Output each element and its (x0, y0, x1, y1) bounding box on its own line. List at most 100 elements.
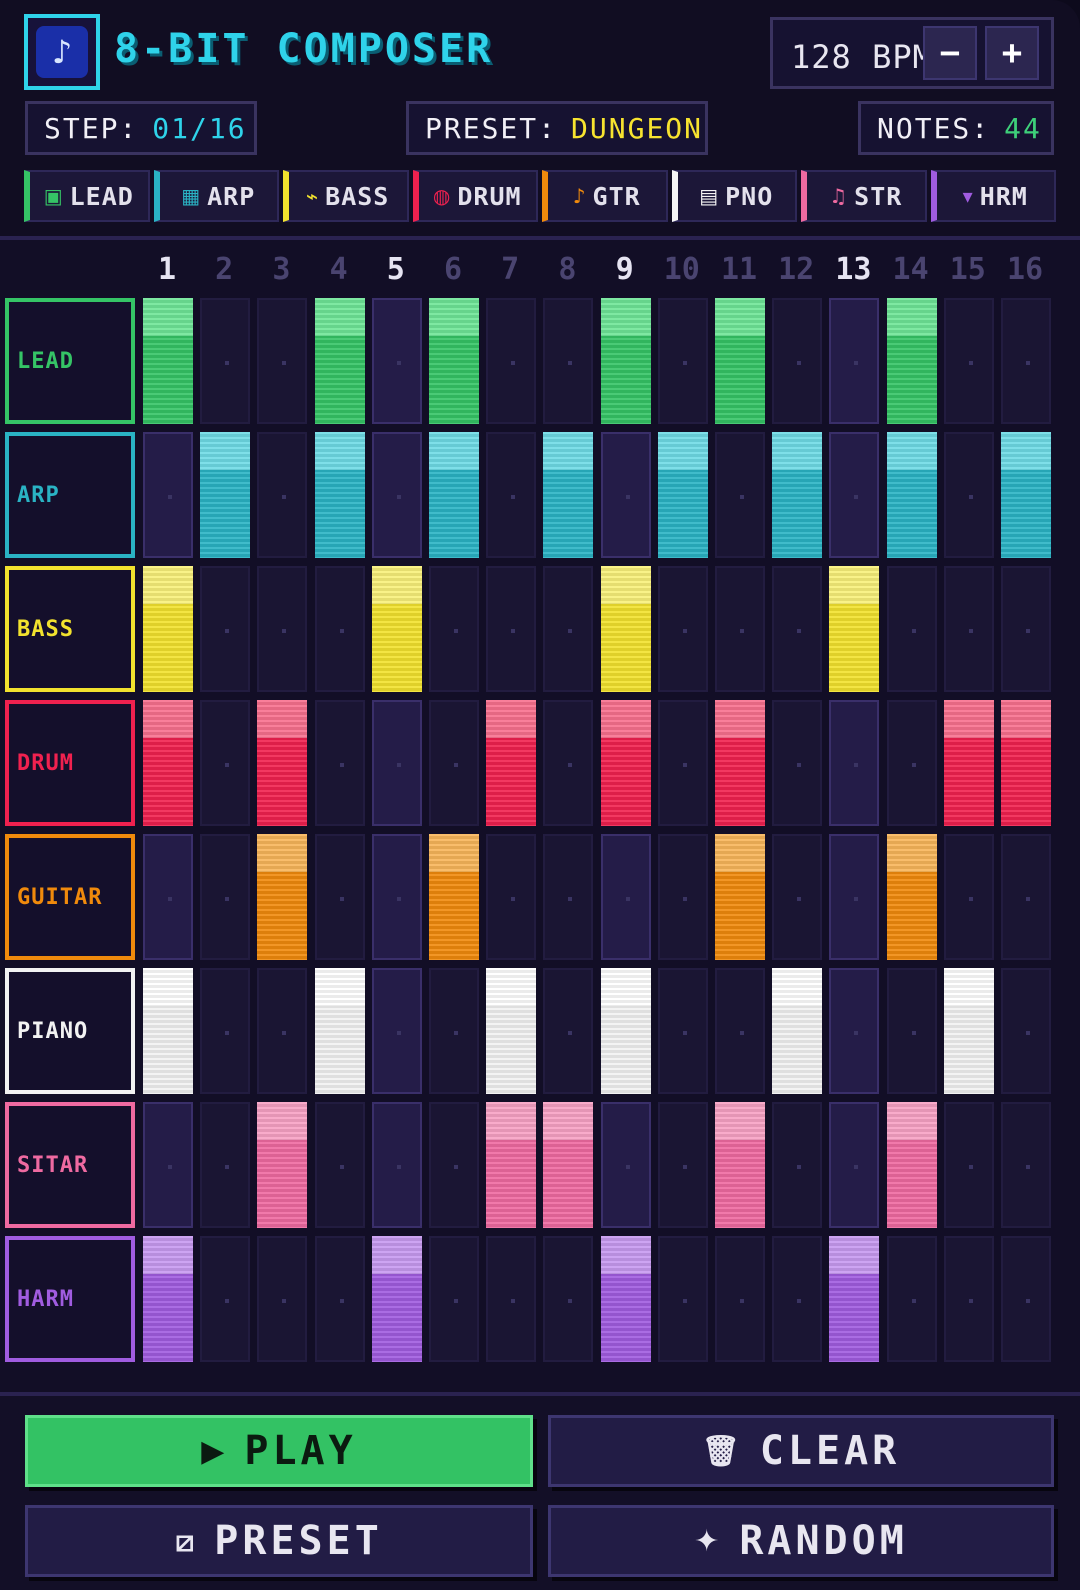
step-cell[interactable] (829, 566, 880, 692)
step-cell[interactable] (943, 1102, 994, 1228)
step-cell[interactable] (486, 298, 537, 424)
step-cell[interactable] (314, 1102, 365, 1228)
step-cell[interactable] (1001, 1236, 1051, 1362)
step-cell[interactable] (715, 432, 765, 558)
step-cell[interactable] (886, 1102, 937, 1228)
step-cell[interactable] (143, 834, 193, 960)
step-cell[interactable] (200, 1236, 251, 1362)
step-cell[interactable] (429, 1102, 479, 1228)
track-label-sitar[interactable]: SITAR (5, 1102, 135, 1228)
step-cell[interactable] (429, 700, 479, 826)
step-cell[interactable] (429, 834, 479, 960)
preset-button[interactable]: ⧄ PRESET (25, 1505, 533, 1577)
step-cell[interactable] (829, 968, 880, 1094)
step-cell[interactable] (1001, 1102, 1051, 1228)
step-cell[interactable] (600, 968, 651, 1094)
step-cell[interactable] (200, 298, 251, 424)
step-cell[interactable] (429, 432, 479, 558)
step-cell[interactable] (257, 566, 308, 692)
step-cell[interactable] (486, 968, 537, 1094)
step-cell[interactable] (143, 1236, 193, 1362)
step-cell[interactable] (200, 700, 251, 826)
step-cell[interactable] (314, 700, 365, 826)
step-cell[interactable] (143, 298, 193, 424)
step-cell[interactable] (600, 1236, 651, 1362)
play-button[interactable]: ▶ PLAY (25, 1415, 533, 1487)
tab-hrm[interactable]: ▾ HRM (930, 170, 1056, 222)
step-cell[interactable] (772, 700, 823, 826)
step-cell[interactable] (429, 1236, 479, 1362)
step-cell[interactable] (715, 700, 765, 826)
step-cell[interactable] (886, 566, 937, 692)
step-cell[interactable] (1001, 834, 1051, 960)
step-cell[interactable] (715, 834, 765, 960)
step-cell[interactable] (600, 432, 651, 558)
step-cell[interactable] (772, 566, 823, 692)
step-cell[interactable] (943, 566, 994, 692)
step-cell[interactable] (429, 298, 479, 424)
step-cell[interactable] (1001, 566, 1051, 692)
step-cell[interactable] (943, 834, 994, 960)
clear-button[interactable]: 🗑 CLEAR (548, 1415, 1054, 1487)
step-cell[interactable] (772, 968, 823, 1094)
step-cell[interactable] (200, 968, 251, 1094)
step-cell[interactable] (257, 700, 308, 826)
step-cell[interactable] (772, 1236, 823, 1362)
step-cell[interactable] (486, 1102, 537, 1228)
step-cell[interactable] (371, 1236, 422, 1362)
track-label-guitar[interactable]: GUITAR (5, 834, 135, 960)
bpm-decrease-button[interactable]: − (923, 26, 977, 80)
step-cell[interactable] (886, 834, 937, 960)
step-cell[interactable] (1001, 298, 1051, 424)
step-cell[interactable] (715, 968, 765, 1094)
step-cell[interactable] (657, 700, 708, 826)
step-cell[interactable] (1001, 968, 1051, 1094)
step-cell[interactable] (371, 834, 422, 960)
step-cell[interactable] (657, 1236, 708, 1362)
tab-gtr[interactable]: ♪ GTR (542, 170, 668, 222)
tab-bass[interactable]: ⌁ BASS (283, 170, 409, 222)
step-cell[interactable] (143, 566, 193, 692)
step-cell[interactable] (829, 1102, 880, 1228)
bpm-increase-button[interactable]: + (985, 26, 1039, 80)
step-cell[interactable] (886, 968, 937, 1094)
step-cell[interactable] (715, 566, 765, 692)
step-cell[interactable] (314, 432, 365, 558)
step-cell[interactable] (657, 432, 708, 558)
step-cell[interactable] (543, 432, 594, 558)
tab-drum[interactable]: ◍ DRUM (412, 170, 538, 222)
step-cell[interactable] (943, 700, 994, 826)
step-cell[interactable] (886, 298, 937, 424)
track-label-arp[interactable]: ARP (5, 432, 135, 558)
step-cell[interactable] (715, 1102, 765, 1228)
step-cell[interactable] (657, 298, 708, 424)
step-cell[interactable] (772, 432, 823, 558)
step-cell[interactable] (886, 1236, 937, 1362)
step-cell[interactable] (257, 1236, 308, 1362)
step-cell[interactable] (829, 700, 880, 826)
step-cell[interactable] (371, 1102, 422, 1228)
step-cell[interactable] (886, 700, 937, 826)
tab-arp[interactable]: ▦ ARP (153, 170, 279, 222)
random-button[interactable]: ✦ RANDOM (548, 1505, 1054, 1577)
step-cell[interactable] (543, 700, 594, 826)
step-cell[interactable] (200, 566, 251, 692)
track-label-harm[interactable]: HARM (5, 1236, 135, 1362)
step-cell[interactable] (200, 1102, 251, 1228)
step-cell[interactable] (772, 298, 823, 424)
step-cell[interactable] (600, 298, 651, 424)
step-cell[interactable] (371, 298, 422, 424)
tab-str[interactable]: ♫ STR (801, 170, 927, 222)
step-cell[interactable] (200, 432, 251, 558)
step-cell[interactable] (486, 566, 537, 692)
step-cell[interactable] (543, 298, 594, 424)
step-cell[interactable] (486, 834, 537, 960)
step-cell[interactable] (543, 968, 594, 1094)
step-cell[interactable] (600, 566, 651, 692)
step-cell[interactable] (600, 834, 651, 960)
step-cell[interactable] (314, 968, 365, 1094)
step-cell[interactable] (600, 700, 651, 826)
step-cell[interactable] (943, 298, 994, 424)
step-cell[interactable] (829, 834, 880, 960)
tab-lead[interactable]: ▣ LEAD (24, 170, 150, 222)
